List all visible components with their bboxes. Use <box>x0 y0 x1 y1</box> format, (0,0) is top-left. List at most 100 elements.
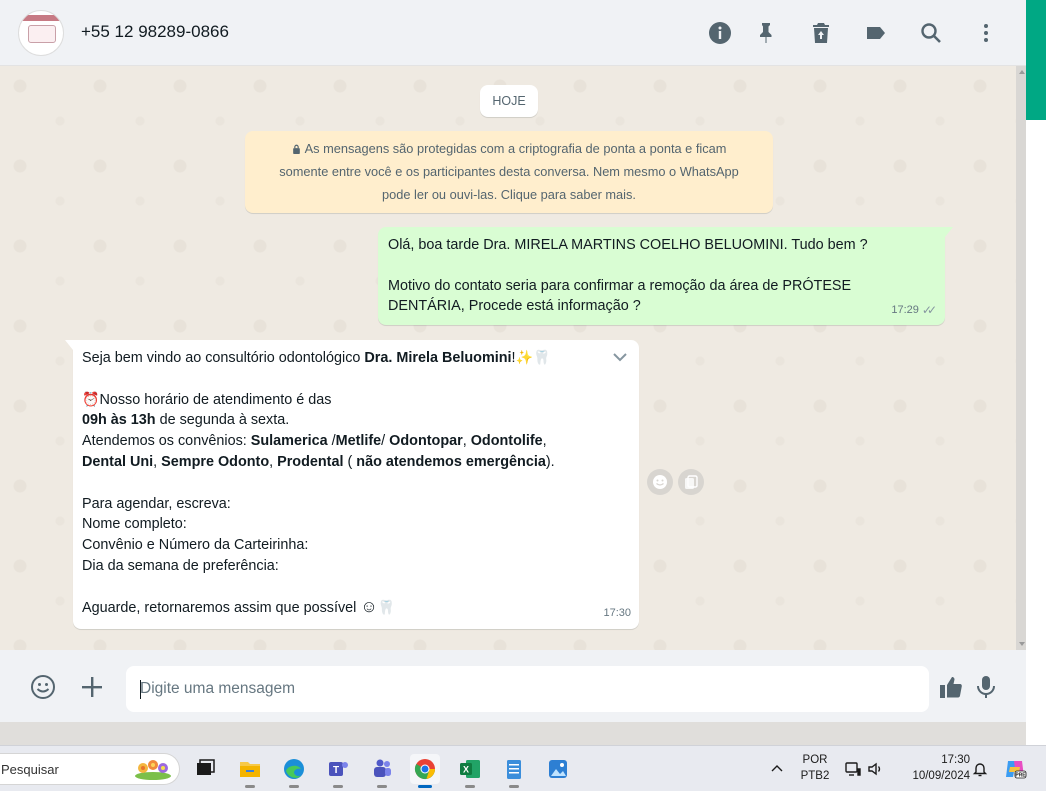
text: de segunda à sexta. <box>155 412 290 429</box>
chat-area[interactable]: HOJE As mensagens são protegidas com a c… <box>0 66 1016 650</box>
task-view-icon[interactable] <box>190 754 220 784</box>
desktop-gap <box>0 722 1026 745</box>
forward-button[interactable] <box>678 469 704 495</box>
running-indicator <box>333 785 343 788</box>
incoming-line2: ⏰Nosso horário de atendimento é das <box>82 390 629 411</box>
windows-taskbar: Pesquisar T X POR PTB2 17:30 10/09/2024 … <box>0 745 1046 791</box>
tooth-icon: 🦷 <box>377 598 396 615</box>
svg-text:PRE: PRE <box>1015 773 1026 779</box>
active-indicator <box>418 785 432 788</box>
running-indicator <box>245 785 255 788</box>
keyboard-layout: PTB2 <box>800 770 830 782</box>
network-icon[interactable] <box>844 760 862 778</box>
notification-bell-icon[interactable] <box>971 760 989 778</box>
notepad-icon[interactable] <box>499 754 529 788</box>
info-icon[interactable] <box>706 19 734 47</box>
bold-text: 09h às 13h <box>82 412 156 429</box>
text: Atendemos os convênios: <box>82 433 251 450</box>
bold-text: Sulamerica <box>250 433 328 450</box>
incoming-time: 17:30 <box>603 607 631 620</box>
thumbs-up-icon[interactable] <box>936 672 966 702</box>
taskbar-search[interactable]: Pesquisar <box>0 753 180 785</box>
edge-browser-icon[interactable] <box>279 754 309 788</box>
copilot-icon[interactable]: PRE <box>1000 754 1030 784</box>
chevron-down-icon[interactable] <box>611 348 629 373</box>
running-indicator <box>377 785 387 788</box>
incoming-message[interactable]: Seja bem vindo ao consultório odontológi… <box>65 340 639 629</box>
smiling-face-icon: ☺ <box>360 596 378 616</box>
text-caret <box>140 680 141 699</box>
taskbar-search-label: Pesquisar <box>1 761 59 777</box>
contact-name[interactable]: +55 12 98289-0866 <box>81 22 229 42</box>
running-indicator <box>289 785 299 788</box>
message-composer <box>0 650 1026 722</box>
text: , <box>462 433 471 450</box>
encryption-notice-line1: As mensagens são protegidas com a cripto… <box>257 137 761 160</box>
bold-text: Odontolife <box>470 433 543 450</box>
outgoing-time: 17:29 <box>891 303 919 316</box>
incoming-line1: Seja bem vindo ao consultório odontológi… <box>82 348 629 369</box>
keyboard-language[interactable]: POR PTB2 <box>796 752 834 784</box>
outgoing-meta: 17:29 ✓✓ <box>891 300 937 321</box>
text: / <box>327 433 336 450</box>
bold-text: Metlife <box>335 433 382 450</box>
text: / <box>381 433 390 450</box>
clock[interactable]: 17:30 10/09/2024 <box>896 752 970 784</box>
outgoing-line3: DENTÁRIA, Procede está informação ? <box>388 298 641 314</box>
react-emoji-button[interactable] <box>647 469 673 495</box>
teams-icon[interactable]: T <box>323 754 353 788</box>
contact-avatar[interactable] <box>18 10 64 56</box>
clock-time: 17:30 <box>941 754 970 766</box>
bubble-tail <box>65 340 73 350</box>
tooth-icon: 🦷 <box>532 349 551 365</box>
incoming-line7: Nome completo: <box>82 516 187 533</box>
lock-icon <box>292 144 300 154</box>
incoming-line10: Aguarde, retornaremos assim que possível… <box>82 598 629 619</box>
file-explorer-icon[interactable] <box>235 754 265 788</box>
text: Aguarde, retornaremos assim que possível <box>82 599 361 616</box>
text: ). <box>545 453 555 470</box>
teams-work-icon[interactable] <box>367 754 397 788</box>
text: ( <box>343 453 357 470</box>
running-indicator <box>509 785 519 788</box>
incoming-line4: Atendemos os convênios: Sulamerica /Metl… <box>82 431 629 452</box>
scroll-down-icon[interactable] <box>1019 642 1025 646</box>
pin-icon[interactable] <box>752 19 780 47</box>
text: , <box>153 453 162 470</box>
outgoing-line1: Olá, boa tarde Dra. MIRELA MARTINS COELH… <box>388 237 868 253</box>
date-chip: HOJE <box>480 85 538 117</box>
outgoing-message[interactable]: Olá, boa tarde Dra. MIRELA MARTINS COELH… <box>378 227 953 325</box>
chat-scrollbar[interactable] <box>1016 66 1026 650</box>
plus-icon[interactable] <box>77 672 107 702</box>
trash-icon[interactable] <box>807 19 835 47</box>
show-hidden-icons-icon[interactable] <box>768 760 786 778</box>
bold-text: Prodental <box>277 453 344 470</box>
language-code: POR <box>802 754 828 766</box>
accent-bar <box>1026 0 1046 120</box>
text: Nosso horário de atendimento é das <box>99 391 332 408</box>
label-icon[interactable] <box>862 19 890 47</box>
excel-icon[interactable]: X <box>455 754 485 788</box>
message-input[interactable] <box>126 666 929 712</box>
emoji-icon[interactable] <box>28 672 58 702</box>
bold-text: Sempre Odonto <box>161 453 270 470</box>
running-indicator <box>465 785 475 788</box>
chrome-icon[interactable] <box>410 754 440 788</box>
flowers-icon <box>135 760 171 780</box>
scroll-up-icon[interactable] <box>1019 70 1025 74</box>
encryption-notice-line3: pode ler ou ouvi-las. Clique para saber … <box>382 187 636 202</box>
copy-icon <box>685 475 698 489</box>
microphone-icon[interactable] <box>971 672 1001 702</box>
photos-icon[interactable] <box>543 754 573 784</box>
search-icon[interactable] <box>917 19 945 47</box>
text: , <box>269 453 278 470</box>
incoming-line6: Para agendar, escreva: <box>82 495 231 512</box>
volume-icon[interactable] <box>866 760 884 778</box>
alarm-clock-icon: ⏰ <box>82 390 100 407</box>
encryption-notice[interactable]: As mensagens são protegidas com a cripto… <box>245 131 773 213</box>
sparkles-icon: ✨ <box>515 349 533 365</box>
menu-dots-icon[interactable] <box>972 19 1000 47</box>
